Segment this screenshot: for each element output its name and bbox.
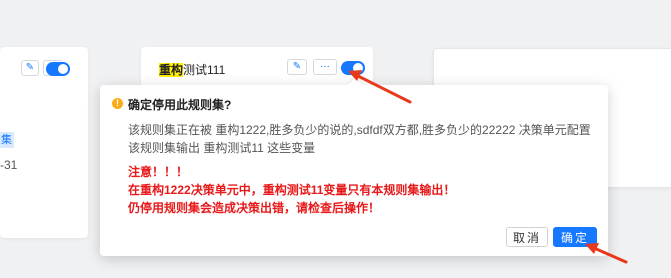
rule-set-title[interactable]: 重构测试111 [159,61,225,78]
status-tag: 集 [0,132,14,148]
cancel-button[interactable]: 取消 [506,227,548,247]
warning-line: 在重构1222决策单元中，重构测试11变量只有本规则集输出！ [128,183,456,197]
description-line: 该规则集正在被 重构1222,胜多负少的说的,sdfdf双方都,胜多负少的222… [128,123,591,137]
popover-description: 该规则集正在被 重构1222,胜多负少的说的,sdfdf双方都,胜多负少的222… [128,121,598,157]
enable-toggle[interactable] [341,61,365,75]
edit-button[interactable]: ✎ [287,59,307,75]
description-line: 该规则集输出 重构测试11 这些变量 [128,141,316,155]
warning-line: 注意！！！ [128,165,189,179]
more-button[interactable]: ··· [313,59,337,75]
rule-set-title-rest: 测试111 [183,63,226,77]
app-stage: ✎ ··· 集 -31 重构测试111 ✎ ··· ! 确定停用此规则集? 该规… [0,0,671,278]
pencil-icon: ✎ [292,61,302,72]
pencil-icon: ✎ [25,62,35,73]
confirm-button[interactable]: 确定 [553,227,597,247]
warning-line: 仍停用规则集会造成决策出错，请检查后操作！ [128,201,381,215]
enable-toggle[interactable] [46,62,70,76]
search-highlight: 重构 [159,63,184,77]
edit-button[interactable]: ✎ [21,60,39,76]
date-fragment: -31 [0,158,18,172]
warning-icon: ! [112,98,123,109]
popover-warning: 注意！！！ 在重构1222决策单元中，重构测试11变量只有本规则集输出！ 仍停用… [128,163,598,217]
more-icon: ··· [320,61,330,72]
disable-confirm-popover: ! 确定停用此规则集? 该规则集正在被 重构1222,胜多负少的说的,sdfdf… [100,77,608,256]
popover-title: 确定停用此规则集? [128,98,232,112]
